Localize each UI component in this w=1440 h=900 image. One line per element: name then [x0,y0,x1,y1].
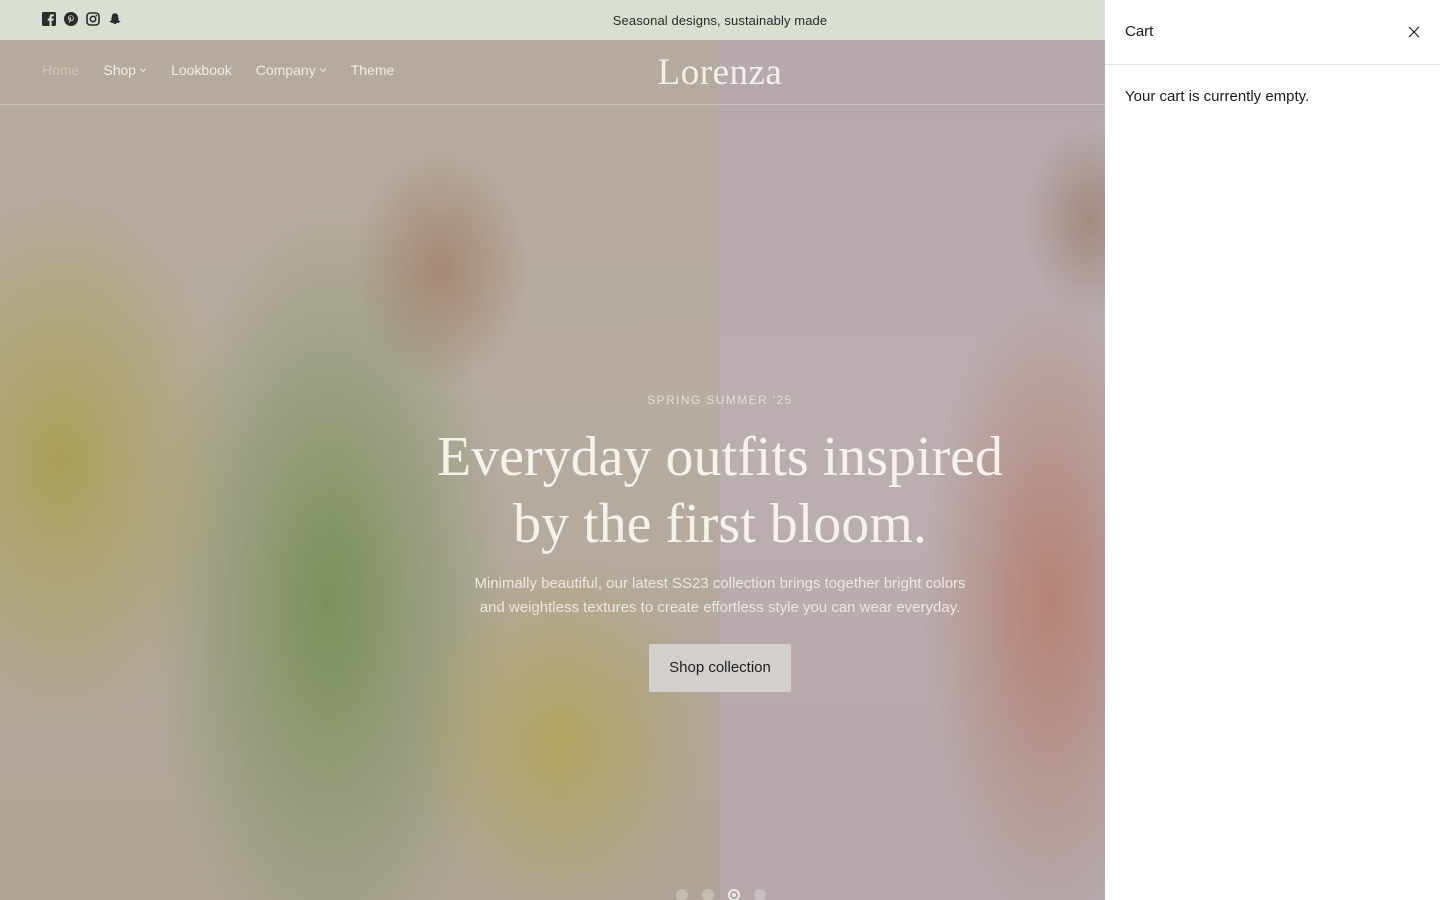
site-logo[interactable]: Lorenza [620,51,820,94]
nav-item-label: Theme [350,62,395,78]
nav-item-shop[interactable]: Shop [103,62,147,78]
main-nav: Home Shop Lookbook Company Theme [42,62,394,78]
nav-item-company[interactable]: Company [256,62,327,78]
nav-item-home[interactable]: Home [42,62,79,78]
cart-drawer: Cart Your cart is currently empty. [1105,0,1440,900]
slide-dot[interactable] [676,889,688,900]
slideshow-pagination [676,889,766,900]
snapchat-icon[interactable] [108,12,122,26]
facebook-icon[interactable] [42,12,56,26]
nav-item-label: Shop [103,62,137,78]
cart-drawer-header: Cart [1105,0,1440,65]
hero-description: Minimally beautiful, our latest SS23 col… [420,572,1020,620]
hero-description-line: and weightless textures to create effort… [479,599,961,616]
chevron-down-icon [319,66,327,74]
slide-dot-active[interactable] [728,889,740,900]
close-icon[interactable] [1408,26,1420,38]
hero-heading-line: by the first bloom. [513,493,927,555]
slide-dot[interactable] [702,889,714,900]
nav-item-theme[interactable]: Theme [351,62,395,78]
chevron-down-icon [139,66,147,74]
pinterest-icon[interactable] [64,12,78,26]
nav-item-label: Home [42,62,80,78]
slide-dot[interactable] [754,889,766,900]
shop-collection-button[interactable]: Shop collection [649,644,791,692]
social-links [42,12,122,26]
nav-item-label: Company [255,62,316,78]
hero-heading-line: Everyday outfits inspired [436,426,1004,488]
hero-eyebrow: SPRING SUMMER '25 [647,393,793,407]
nav-item-label: Lookbook [171,62,232,78]
announcement-text: Seasonal designs, sustainably made [612,12,828,28]
cart-empty-message: Your cart is currently empty. [1125,88,1310,105]
hero-heading: Everyday outfits inspired by the first b… [420,424,1020,558]
instagram-icon[interactable] [86,12,100,26]
nav-item-lookbook[interactable]: Lookbook [171,62,232,78]
hero-description-line: Minimally beautiful, our latest SS23 col… [474,575,966,592]
hero-content: SPRING SUMMER '25 Everyday outfits inspi… [420,393,1020,692]
cart-title: Cart [1125,23,1154,40]
